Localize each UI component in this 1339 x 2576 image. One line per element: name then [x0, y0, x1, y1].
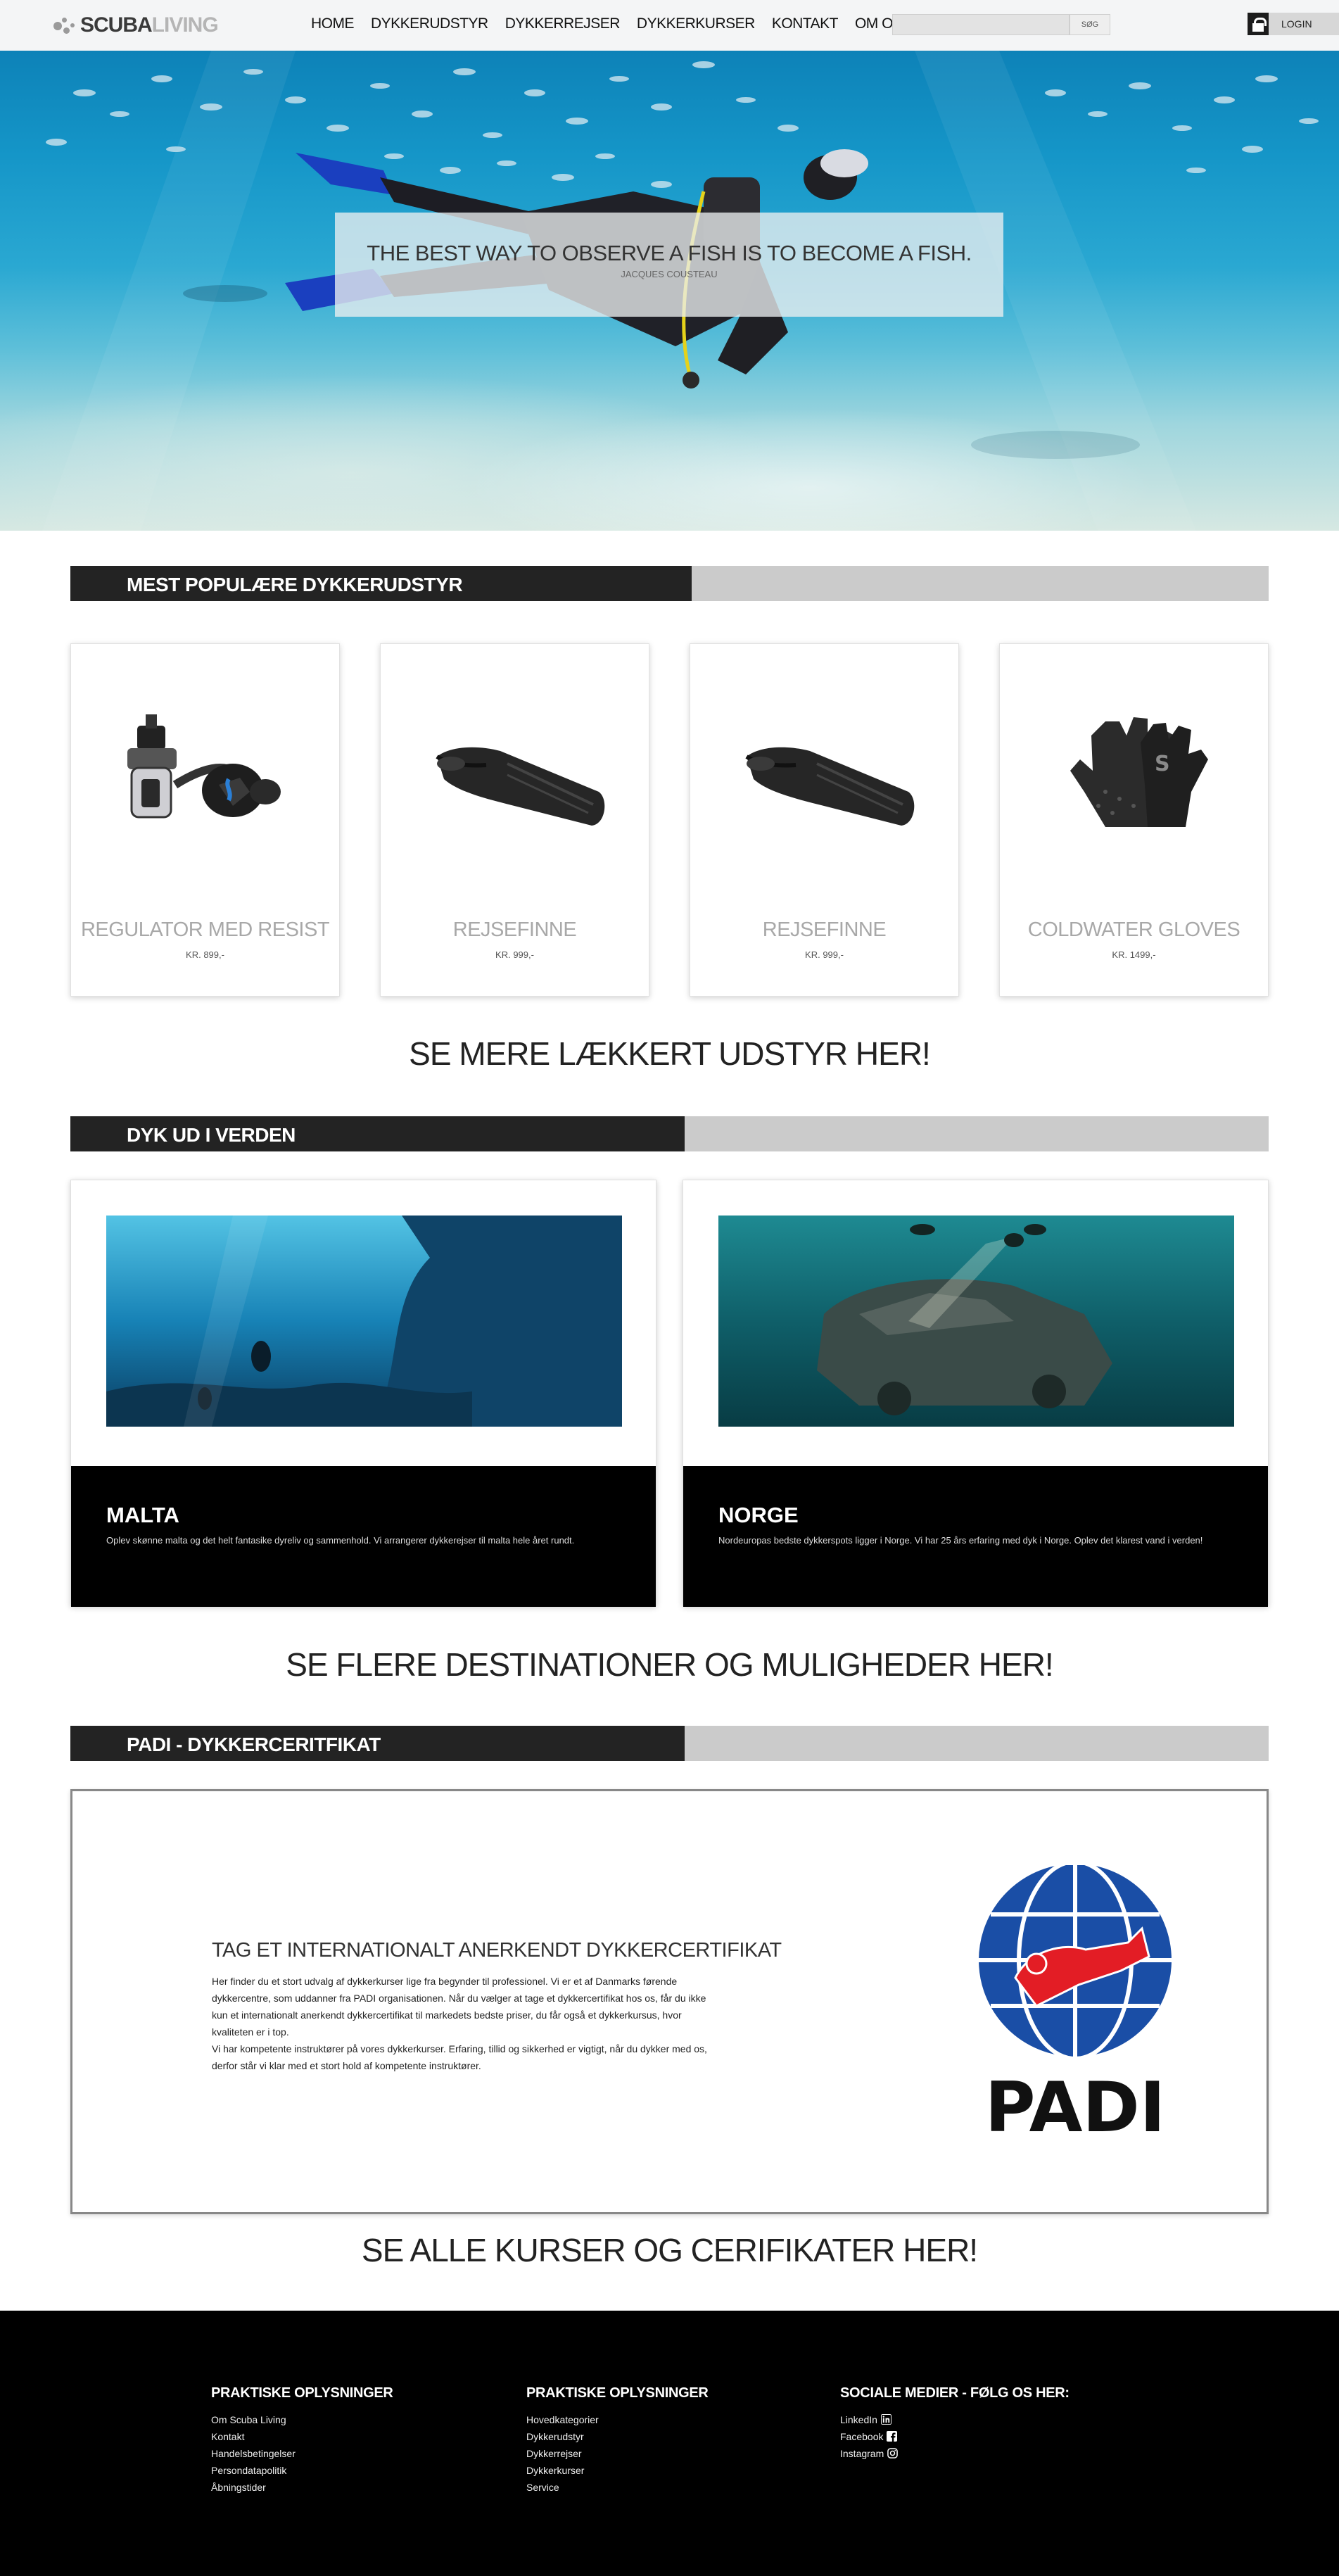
footer-heading: PRAKTISKE OPLYSNINGER [211, 2385, 393, 2401]
padi-title: TAG ET INTERNATIONALT ANERKENDT DYKKERCE… [212, 1939, 782, 1962]
instagram-label: Instagram [840, 2448, 884, 2459]
footer-link-instagram[interactable]: Instagram [840, 2445, 1070, 2462]
padi-logo: PADI [975, 1865, 1176, 2133]
facebook-label: Facebook [840, 2431, 884, 2442]
menu-item-kontakt[interactable]: KONTAKT [772, 15, 839, 32]
regulator-image [127, 714, 281, 819]
footer-link-abningstider[interactable]: Åbningstider [211, 2479, 393, 2496]
destination-title: MALTA [106, 1503, 179, 1527]
search-button[interactable]: SØG [1070, 14, 1110, 35]
instagram-icon [887, 2448, 899, 2458]
product-card[interactable]: REJSEFINNE KR. 999,- [690, 643, 959, 997]
footer-link-dykkerrejser[interactable]: Dykkerrejser [526, 2445, 709, 2462]
destination-card-norge[interactable]: NORGE Nordeuropas bedste dykkerspots lig… [683, 1180, 1269, 1607]
footer-link-handelsbetingelser[interactable]: Handelsbetingelser [211, 2445, 393, 2462]
footer-link-dykkerudstyr[interactable]: Dykkerudstyr [526, 2428, 709, 2445]
product-name: REGULATOR MED RESIST [80, 918, 330, 941]
footer-column-categories: PRAKTISKE OPLYSNINGER Hovedkategorier Dy… [526, 2385, 709, 2496]
menu-item-dykkerudstyr[interactable]: DYKKERUDSTYR [371, 15, 488, 32]
destination-text: Oplev skønne malta og det helt fantasike… [106, 1535, 575, 1546]
footer-link-hovedkategorier[interactable]: Hovedkategorier [526, 2411, 709, 2428]
destination-title: NORGE [718, 1503, 799, 1527]
product-card[interactable]: S COLDWATER GLOVES KR. 1499,- [999, 643, 1269, 997]
bubbles-icon [52, 15, 76, 36]
footer-link-service[interactable]: Service [526, 2479, 709, 2496]
gloves-image: S [1070, 717, 1208, 827]
footer-link-persondatapolitik[interactable]: Persondatapolitik [211, 2462, 393, 2479]
search-bar: SØG [892, 14, 1110, 35]
facebook-icon [887, 2431, 898, 2442]
product-name: COLDWATER GLOVES [1027, 918, 1240, 941]
more-destinations-link[interactable]: SE FLERE DESTINATIONER OG MULIGHEDER HER… [0, 1646, 1339, 1684]
logo-text-living: LIVING [151, 13, 219, 37]
product-card[interactable]: REJSEFINNE KR. 999,- [380, 643, 649, 997]
search-input[interactable] [892, 14, 1070, 35]
footer-link-dykkerkurser[interactable]: Dykkerkurser [526, 2462, 709, 2479]
top-navigation: SCUBALIVING HOME DYKKERUDSTYR DYKKERREJS… [0, 0, 1339, 51]
login-button[interactable]: LOGIN [1248, 13, 1339, 35]
footer-heading: PRAKTISKE OPLYSNINGER [526, 2385, 709, 2401]
norge-info: NORGE Nordeuropas bedste dykkerspots lig… [683, 1466, 1268, 1607]
hero-banner: THE BEST WAY TO OBSERVE A FISH IS TO BEC… [0, 51, 1339, 531]
quote-box: THE BEST WAY TO OBSERVE A FISH IS TO BEC… [335, 213, 1003, 317]
footer-link-facebook[interactable]: Facebook [840, 2428, 1070, 2445]
product-price: KR. 999,- [495, 949, 534, 960]
section-header-popular: MEST POPULÆRE DYKKERUDSTYR [70, 566, 1269, 601]
padi-paragraph-1: Her finder du et stort udvalg af dykkerk… [212, 1976, 706, 2038]
footer: PRAKTISKE OPLYSNINGER Om Scuba Living Ko… [0, 2311, 1339, 2576]
menu-item-dykkerkurser[interactable]: DYKKERKURSER [637, 15, 755, 32]
section-title-padi: PADI - DYKKERCERITFIKAT [127, 1734, 381, 1755]
footer-column-info: PRAKTISKE OPLYSNINGER Om Scuba Living Ko… [211, 2385, 393, 2496]
more-courses-link[interactable]: SE ALLE KURSER OG CERIFIKATER HER! [0, 2231, 1339, 2269]
footer-link-om-scuba-living[interactable]: Om Scuba Living [211, 2411, 393, 2428]
lock-icon [1248, 13, 1269, 35]
product-price: KR. 999,- [805, 949, 844, 960]
malta-photo [106, 1216, 622, 1427]
footer-heading: SOCIALE MEDIER - FØLG OS HER: [840, 2385, 1070, 2401]
login-label: LOGIN [1281, 18, 1312, 30]
logo[interactable]: SCUBALIVING [52, 13, 219, 37]
product-name: REJSEFINNE [762, 918, 887, 941]
section-title-destinations: DYK UD I VERDEN [127, 1124, 296, 1146]
fin-image [436, 747, 605, 826]
product-card[interactable]: REGULATOR MED RESIST KR. 899,- [70, 643, 340, 997]
fin-image [745, 747, 915, 826]
destination-card-malta[interactable]: MALTA Oplev skønne malta og det helt fan… [70, 1180, 656, 1607]
destination-text: Nordeuropas bedste dykkerspots ligger i … [718, 1535, 1203, 1546]
linkedin-label: LinkedIn [840, 2414, 877, 2425]
section-title-popular: MEST POPULÆRE DYKKERUDSTYR [127, 574, 463, 595]
main-menu: HOME DYKKERUDSTYR DYKKERREJSER DYKKERKUR… [311, 15, 919, 32]
product-price: KR. 899,- [186, 949, 224, 960]
footer-link-linkedin[interactable]: LinkedIn [840, 2411, 1070, 2428]
padi-logo-text: PADI [985, 2068, 1165, 2133]
footer-link-kontakt[interactable]: Kontakt [211, 2428, 393, 2445]
menu-item-home[interactable]: HOME [311, 15, 355, 32]
padi-info-box: TAG ET INTERNATIONALT ANERKENDT DYKKERCE… [70, 1789, 1269, 2214]
hero-quote: THE BEST WAY TO OBSERVE A FISH IS TO BEC… [367, 241, 972, 265]
menu-item-dykkerrejser[interactable]: DYKKERREJSER [505, 15, 621, 32]
more-equipment-link[interactable]: SE MERE LÆKKERT UDSTYR HER! [0, 1035, 1339, 1073]
linkedin-icon [880, 2414, 891, 2425]
section-header-padi: PADI - DYKKERCERITFIKAT [70, 1726, 1269, 1761]
norge-photo [718, 1216, 1234, 1427]
hero-quote-author: JACQUES COUSTEAU [621, 269, 718, 279]
footer-column-social: SOCIALE MEDIER - FØLG OS HER: LinkedIn F… [840, 2385, 1070, 2462]
padi-paragraph-2: Vi har kompetente instruktører på vores … [212, 2043, 707, 2071]
product-price: KR. 1499,- [1112, 949, 1156, 960]
svg-text:S: S [1155, 752, 1170, 776]
section-header-destinations: DYK UD I VERDEN [70, 1116, 1269, 1151]
malta-info: MALTA Oplev skønne malta og det helt fan… [71, 1466, 656, 1607]
product-name: REJSEFINNE [452, 918, 577, 941]
logo-text-scuba: SCUBA [80, 13, 153, 37]
